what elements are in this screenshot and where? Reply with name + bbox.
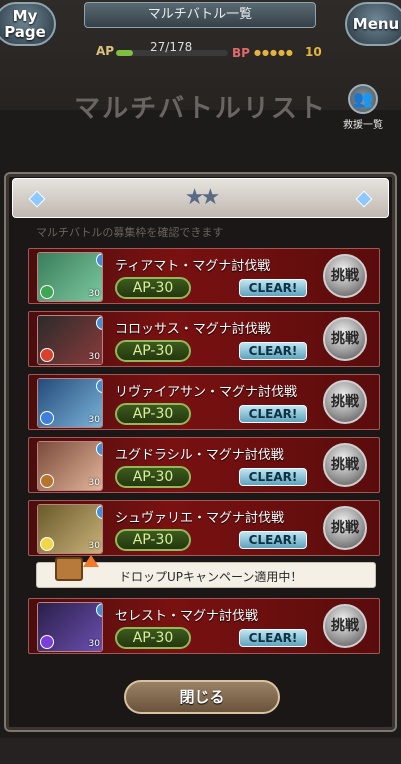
treasure-chest-icon	[55, 557, 83, 581]
mypage-label: My Page	[4, 7, 46, 41]
quest-name: リヴァイアサン・マグナ討伐戦	[115, 385, 298, 400]
level-value: 30	[88, 478, 100, 488]
page-title: マルチバトル一覧	[84, 2, 316, 28]
level-value: 30	[88, 415, 100, 425]
battle-row[interactable]: i 30 リヴァイアサン・マグナ討伐戦 AP-30 CLEAR! 挑戦	[28, 374, 380, 430]
rescue-list-button[interactable]: 👥 救援一覧	[338, 84, 388, 132]
drop-up-campaign-banner: ドロップUPキャンペーン適用中！	[36, 555, 376, 588]
boss-thumbnail: i 30	[37, 315, 103, 365]
challenge-button[interactable]: 挑戦	[323, 380, 367, 424]
rescue-list-label: 救援一覧	[343, 120, 383, 131]
people-icon: 👥	[348, 84, 378, 114]
ap-value: 27/178	[150, 40, 193, 54]
element-icon	[40, 411, 54, 425]
quest-name: コロッサス・マグナ討伐戦	[115, 322, 271, 337]
clear-badge: CLEAR!	[239, 405, 307, 423]
battle-row[interactable]: i 30 コロッサス・マグナ討伐戦 AP-30 CLEAR! 挑戦	[28, 311, 380, 367]
ap-cost: AP-30	[115, 466, 191, 488]
quest-name: セレスト・マグナ討伐戦	[115, 609, 259, 624]
clear-badge: CLEAR!	[239, 629, 307, 647]
boss-thumbnail: i 30	[37, 504, 103, 554]
close-button[interactable]: 閉じる	[124, 680, 280, 714]
ap-label: AP	[96, 44, 115, 58]
info-icon[interactable]: i	[96, 253, 102, 267]
menu-label: Menu	[352, 15, 400, 33]
challenge-button[interactable]: 挑戦	[323, 254, 367, 298]
info-icon[interactable]: i	[96, 379, 102, 393]
footer-area	[0, 738, 401, 764]
boss-thumbnail: i 30	[37, 252, 103, 302]
bp-dots: ●●●●●	[254, 48, 294, 57]
clear-badge: CLEAR!	[239, 531, 307, 549]
mypage-button[interactable]: My Page	[0, 2, 56, 46]
clear-badge: CLEAR!	[239, 342, 307, 360]
ap-cost: AP-30	[115, 277, 191, 299]
level-value: 30	[88, 352, 100, 362]
info-icon[interactable]: i	[96, 505, 102, 519]
ap-cost: AP-30	[115, 529, 191, 551]
challenge-button[interactable]: 挑戦	[323, 317, 367, 361]
campaign-text: ドロップUPキャンペーン適用中！	[119, 570, 303, 584]
clear-badge: CLEAR!	[239, 468, 307, 486]
level-value: 30	[88, 289, 100, 299]
boss-thumbnail: i 30	[37, 602, 103, 652]
ap-bar-fill	[116, 50, 133, 56]
element-icon	[40, 635, 54, 649]
boss-thumbnail: i 30	[37, 378, 103, 428]
level-value: 30	[88, 639, 100, 649]
bp-value: 10	[305, 45, 322, 59]
boss-thumbnail: i 30	[37, 441, 103, 491]
bp-label: BP	[232, 46, 250, 60]
challenge-button[interactable]: 挑戦	[323, 604, 367, 648]
element-icon	[40, 348, 54, 362]
ap-cost: AP-30	[115, 403, 191, 425]
info-icon[interactable]: i	[96, 316, 102, 330]
challenge-button[interactable]: 挑戦	[323, 443, 367, 487]
quest-name: シュヴァリエ・マグナ討伐戦	[115, 511, 285, 526]
element-icon	[40, 537, 54, 551]
quest-name: ティアマト・マグナ討伐戦	[115, 259, 271, 274]
battle-row[interactable]: i 30 ユグドラシル・マグナ討伐戦 AP-30 CLEAR! 挑戦	[28, 437, 380, 493]
challenge-button[interactable]: 挑戦	[323, 506, 367, 550]
panel-subtext: マルチバトルの募集枠を確認できます	[36, 226, 224, 239]
info-icon[interactable]: i	[96, 442, 102, 456]
arrow-up-icon	[83, 555, 99, 567]
difficulty-stars: ★★	[184, 185, 221, 210]
element-icon	[40, 285, 54, 299]
clear-badge: CLEAR!	[239, 279, 307, 297]
battle-row[interactable]: i 30 セレスト・マグナ討伐戦 AP-30 CLEAR! 挑戦	[28, 598, 380, 654]
gem-icon	[28, 190, 46, 208]
battle-row[interactable]: i 30 シュヴァリエ・マグナ討伐戦 AP-30 CLEAR! 挑戦	[28, 500, 380, 556]
gem-icon	[355, 190, 373, 208]
info-icon[interactable]: i	[96, 603, 102, 617]
battle-row[interactable]: i 30 ティアマト・マグナ討伐戦 AP-30 CLEAR! 挑戦	[28, 248, 380, 304]
menu-button[interactable]: Menu	[345, 2, 401, 46]
ap-cost: AP-30	[115, 627, 191, 649]
element-icon	[40, 474, 54, 488]
difficulty-header: ★★	[12, 178, 389, 218]
battle-list-panel: ★★ マルチバトルの募集枠を確認できます i 30 ティアマト・マグナ討伐戦 A…	[4, 172, 397, 732]
ap-cost: AP-30	[115, 340, 191, 362]
quest-name: ユグドラシル・マグナ討伐戦	[115, 448, 284, 463]
level-value: 30	[88, 541, 100, 551]
